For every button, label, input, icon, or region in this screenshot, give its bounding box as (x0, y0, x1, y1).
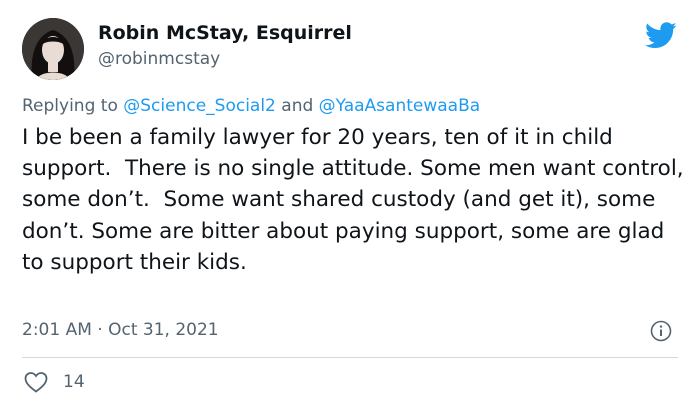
avatar[interactable] (22, 18, 84, 80)
mention-link[interactable]: @Science_Social2 (123, 96, 276, 116)
author-handle[interactable]: @robinmcstay (98, 49, 220, 69)
divider (22, 357, 678, 358)
tweet-text: I be been a family lawyer for 20 years, … (22, 125, 691, 275)
tweet-timestamp[interactable]: 2:01 AM · Oct 31, 2021 (22, 320, 219, 340)
replying-prefix: Replying to (22, 96, 124, 116)
like-count: 14 (63, 372, 85, 392)
author-display-name[interactable]: Robin McStay, Esquirrel (98, 22, 352, 44)
info-icon[interactable] (650, 320, 672, 342)
reply-context: Replying to @Science_Social2 and @YaaAsa… (22, 96, 480, 116)
twitter-bird-icon[interactable] (645, 22, 677, 49)
avatar-image (22, 18, 84, 80)
heart-icon[interactable] (24, 371, 48, 393)
replying-connector: and (275, 96, 319, 116)
mention-link[interactable]: @YaaAsantewaaBa (319, 96, 481, 116)
